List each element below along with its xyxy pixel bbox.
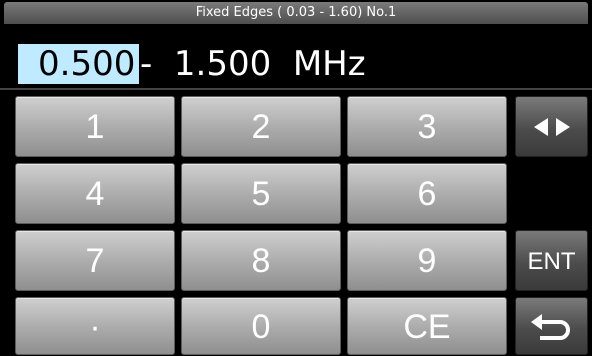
window-title: Fixed Edges ( 0.03 - 1.60) No.1 xyxy=(4,2,588,24)
key-0[interactable]: 0 xyxy=(181,297,341,355)
key-9[interactable]: 9 xyxy=(347,230,507,291)
key-4[interactable]: 4 xyxy=(15,163,175,224)
back-button[interactable] xyxy=(515,297,588,355)
cursor-swap-button[interactable] xyxy=(515,96,588,157)
frequency-end-text: - 1.500 MHz xyxy=(140,44,366,84)
key-8[interactable]: 8 xyxy=(181,230,341,291)
key-7[interactable]: 7 xyxy=(15,230,175,291)
left-right-arrows-icon xyxy=(533,118,570,136)
ent-button[interactable]: ENT xyxy=(515,230,588,291)
key-5[interactable]: 5 xyxy=(181,163,341,224)
frequency-start-field[interactable]: 0.500 xyxy=(18,44,140,84)
divider xyxy=(0,88,592,90)
frequency-display: 0.500 - 1.500 MHz xyxy=(0,26,592,86)
key-6[interactable]: 6 xyxy=(347,163,507,224)
key-ce[interactable]: CE xyxy=(347,297,507,355)
key-2[interactable]: 2 xyxy=(181,96,341,157)
key-1[interactable]: 1 xyxy=(15,96,175,157)
key-dot[interactable]: · xyxy=(15,297,175,355)
key-3[interactable]: 3 xyxy=(347,96,507,157)
return-icon xyxy=(530,314,570,340)
